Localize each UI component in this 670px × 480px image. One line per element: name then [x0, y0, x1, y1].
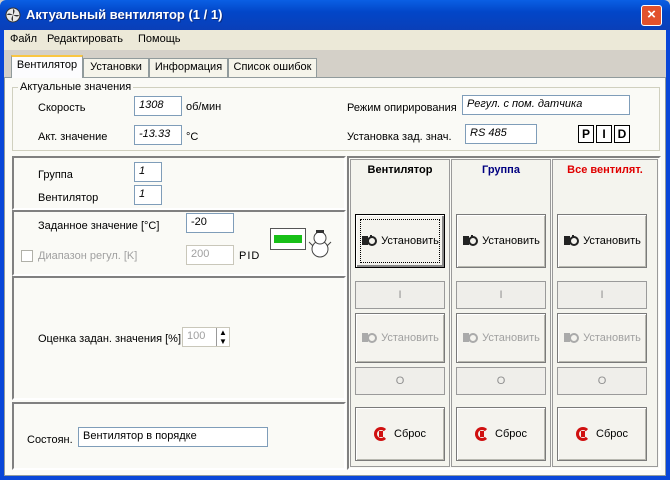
menu-bar: Файл Редактировать Помощь — [4, 30, 666, 50]
fan-off-button[interactable]: O — [355, 367, 445, 395]
col-fan-header: Вентилятор — [367, 164, 433, 176]
all-reset-label: Сброс — [596, 428, 628, 440]
all-on-button[interactable]: I — [557, 281, 647, 309]
group-on-button[interactable]: I — [456, 281, 546, 309]
window-frame-right — [666, 30, 670, 480]
tab-settings[interactable]: Установки — [83, 58, 149, 77]
all-set-label: Установить — [583, 235, 641, 247]
col-all-header: Все вентилят. — [567, 164, 643, 176]
range-label: Диапазон регул. [K] — [38, 250, 138, 262]
estimate-label: Оценка задан. значения [%] — [38, 333, 182, 345]
tab-strip: Вентилятор Установки Информация Список о… — [4, 50, 666, 78]
menu-edit[interactable]: Редактировать — [47, 33, 123, 45]
gear-fan-icon — [564, 235, 580, 246]
estimate-value: 100 — [187, 330, 206, 342]
setpoint-source-label: Установка зад. знач. — [347, 131, 452, 143]
col-group-header: Группа — [482, 164, 520, 176]
pid-i-button[interactable]: I — [596, 125, 612, 143]
menu-file[interactable]: Файл — [10, 33, 37, 45]
group-set-label: Установить — [482, 235, 540, 247]
close-button[interactable]: × — [641, 5, 662, 26]
fan-label: Вентилятор — [38, 192, 99, 204]
window-title: Актуальный вентилятор (1 / 1) — [26, 7, 223, 22]
actual-value-label: Акт. значение — [38, 131, 108, 143]
pid-d-button[interactable]: D — [614, 125, 630, 143]
speed-field: 1308 — [134, 96, 182, 116]
fan-set2-label: Установить — [381, 332, 439, 344]
mode-label: Режим опирирования — [347, 102, 457, 114]
fan-reset-button[interactable]: Сброс — [355, 407, 445, 461]
reset-icon — [374, 427, 388, 441]
group-label: Группа — [38, 169, 73, 181]
all-set2-button: Установить — [557, 313, 647, 363]
fan-set-label: Установить — [381, 235, 439, 247]
fan-set2-button: Установить — [355, 313, 445, 363]
range-checkbox[interactable] — [21, 250, 33, 262]
mode-field: Регул. с пом. датчика — [462, 95, 630, 115]
speed-unit: об/мин — [186, 101, 222, 113]
group-off-button[interactable]: O — [456, 367, 546, 395]
reset-icon — [576, 427, 590, 441]
all-reset-button[interactable]: Сброс — [557, 407, 647, 461]
pid-p-button[interactable]: P — [578, 125, 594, 143]
target-label: Заданное значение [°C] — [38, 220, 160, 232]
range-pid-label: PID — [239, 250, 261, 262]
snowman-icon — [308, 230, 332, 258]
group-reset-label: Сброс — [495, 428, 527, 440]
fan-on-button[interactable]: I — [355, 281, 445, 309]
group-field[interactable]: 1 — [134, 162, 162, 182]
status-field: Вентилятор в порядке — [78, 427, 268, 447]
actual-value-unit: °C — [186, 131, 199, 143]
green-led-icon — [270, 228, 306, 250]
fan-app-icon — [5, 7, 21, 23]
tab-fan[interactable]: Вентилятор — [11, 55, 83, 78]
gear-fan-icon — [362, 235, 378, 246]
all-set2-label: Установить — [583, 332, 641, 344]
actual-value-field: -13.33 — [134, 125, 182, 145]
all-off-button[interactable]: O — [557, 367, 647, 395]
menu-help[interactable]: Помощь — [138, 33, 181, 45]
setpoint-source-field: RS 485 — [465, 124, 537, 144]
target-field[interactable]: -20 — [186, 213, 234, 233]
group-reset-button[interactable]: Сброс — [456, 407, 546, 461]
group-set2-button: Установить — [456, 313, 546, 363]
spinner-arrows-icon[interactable]: ▲ ▼ — [216, 328, 229, 346]
all-set-button[interactable]: Установить — [557, 214, 647, 268]
reset-icon — [475, 427, 489, 441]
range-field: 200 — [186, 245, 234, 265]
speed-label: Скорость — [38, 102, 86, 114]
gear-fan-icon — [564, 333, 580, 343]
gear-fan-icon — [463, 333, 479, 343]
estimate-spinner[interactable]: 100 ▲ ▼ — [182, 327, 230, 347]
window-frame-bottom — [0, 476, 670, 480]
group-set-button[interactable]: Установить — [456, 214, 546, 268]
tab-information[interactable]: Информация — [149, 58, 228, 77]
group-set2-label: Установить — [482, 332, 540, 344]
status-label: Состоян. — [27, 434, 73, 446]
gear-fan-icon — [362, 333, 378, 343]
fan-set-button[interactable]: Установить — [355, 214, 445, 268]
actual-values-legend: Актуальные значения — [18, 81, 134, 93]
tab-error-list[interactable]: Список ошибок — [228, 58, 317, 77]
fan-field[interactable]: 1 — [134, 185, 162, 205]
fan-reset-label: Сброс — [394, 428, 426, 440]
gear-fan-icon — [463, 235, 479, 246]
